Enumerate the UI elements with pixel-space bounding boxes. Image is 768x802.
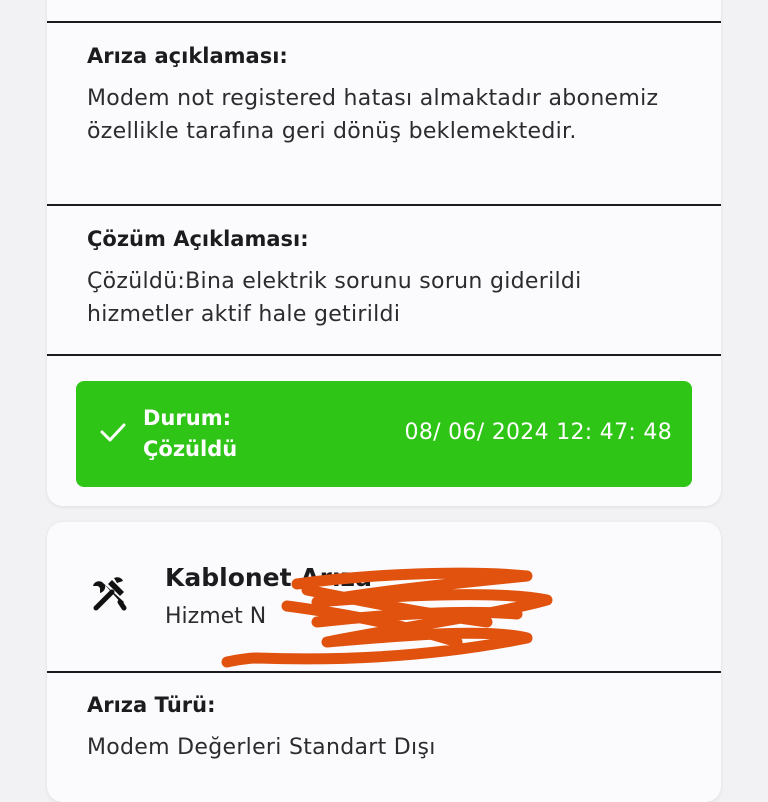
redaction-scribble: [221, 567, 553, 668]
fault-description-text: Modem not registered hatası almaktadır a…: [87, 86, 659, 144]
ticket-card-service[interactable]: Kablonet Arıza Hizmet N Arıza Türü: Mode…: [47, 522, 721, 802]
fault-type-title: Arıza Türü:: [87, 693, 216, 717]
status-label: Durum: Çözüldü: [143, 403, 237, 465]
solution-description-text: Çözüldü:Bina elektrik sorunu sorun gider…: [87, 269, 582, 327]
divider: [47, 21, 721, 23]
checkmark-icon: [100, 423, 126, 442]
status-banner: Durum: Çözüldü 08/ 06/ 2024 12: 47: 48: [76, 381, 692, 487]
fault-type-section: Arıza Türü: Modem Değerleri Standart Dış…: [87, 691, 691, 764]
status-timestamp: 08/ 06/ 2024 12: 47: 48: [404, 420, 672, 445]
fault-description-section: Arıza açıklaması: Modem not registered h…: [87, 42, 691, 148]
fault-type-text: Modem Değerleri Standart Dışı: [87, 735, 436, 760]
divider: [47, 671, 721, 673]
fault-description-title: Arıza açıklaması:: [87, 44, 288, 68]
solution-description-section: Çözüm Açıklaması: Çözüldü:Bina elektrik …: [87, 225, 691, 331]
status-label-title: Durum:: [143, 406, 231, 430]
status-label-value: Çözüldü: [143, 437, 238, 461]
divider: [47, 354, 721, 356]
tools-icon: [93, 577, 127, 611]
solution-description-title: Çözüm Açıklaması:: [87, 227, 309, 251]
ticket-card-resolved: Arıza açıklaması: Modem not registered h…: [47, 0, 721, 506]
divider: [47, 204, 721, 206]
